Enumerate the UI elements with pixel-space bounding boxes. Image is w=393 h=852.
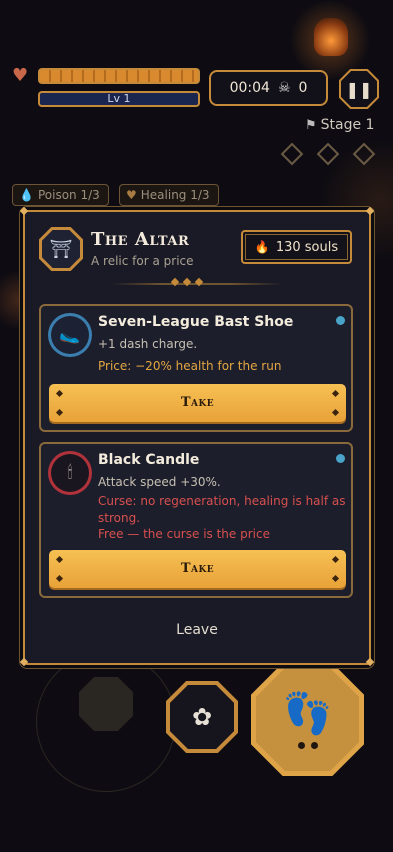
joystick-knob[interactable] [79, 677, 133, 731]
poison-drop-icon: 💧 [19, 188, 34, 202]
info-dot-icon [336, 454, 345, 463]
flower-skill-button[interactable]: ✿ [170, 685, 234, 749]
footprint-icon: 👣 [282, 691, 333, 737]
modal-subtitle: A relic for a price [91, 254, 194, 268]
dash-charges [297, 742, 318, 749]
flame-icon: 🔥 [254, 240, 270, 254]
offer-card: 🥿 Seven-League Bast Shoe +1 dash charge.… [39, 304, 353, 432]
timer-panel: 00:04 ☠ 0 [209, 70, 328, 106]
take-button[interactable]: Take [49, 384, 346, 422]
offer-price: Price: −20% health for the run [98, 359, 282, 373]
offer-description: Attack speed +30%. [98, 475, 221, 489]
flower-icon: ✿ [191, 703, 213, 731]
healing-heart-icon: ♥ [126, 188, 137, 202]
leave-label: Leave [176, 622, 218, 638]
status-effect-label: Poison 1/3 [37, 188, 100, 202]
take-label: Take [180, 395, 215, 410]
health-bar [38, 68, 200, 84]
bast-shoe-icon: 🥿 [51, 316, 89, 354]
offer-curse: Curse: no regeneration, healing is half … [98, 494, 346, 525]
offer-price: Free — the curse is the price [98, 527, 270, 541]
skull-icon: ☠ [277, 80, 291, 96]
modal-title: The Altar [91, 229, 190, 250]
stage-indicator: ⚑ Stage 1 [305, 117, 374, 133]
altar-icon: ⛩ [42, 230, 80, 268]
pause-button[interactable]: ❚❚ [339, 69, 379, 109]
lantern-light [314, 18, 348, 56]
timer-text: 00:04 [229, 80, 270, 96]
offer-name: Seven-League Bast Shoe [98, 314, 294, 330]
black-candle-icon: 🕯 [51, 454, 89, 492]
heart-icon: ♥ [12, 65, 29, 86]
flag-icon: ⚑ [305, 118, 317, 133]
take-label: Take [180, 561, 215, 576]
leave-button[interactable]: Leave [23, 622, 371, 638]
dash-button[interactable]: 👣 [256, 668, 359, 771]
souls-counter: 🔥 130 souls [241, 230, 352, 264]
level-label: Lv 1 [107, 92, 131, 105]
offer-description: +1 dash charge. [98, 337, 198, 351]
offer-card: 🕯 Black Candle Attack speed +30%. Curse:… [39, 442, 353, 598]
pause-icon: ❚❚ [341, 71, 377, 107]
stage-label: Stage 1 [320, 117, 375, 133]
info-dot-icon [336, 316, 345, 325]
souls-label: 130 souls [275, 239, 339, 255]
offer-name: Black Candle [98, 452, 200, 468]
kill-count: 0 [298, 80, 308, 96]
divider-ornament [170, 277, 204, 287]
status-effect-poison: 💧 Poison 1/3 [12, 184, 109, 206]
level-bar: Lv 1 [38, 91, 200, 107]
take-button[interactable]: Take [49, 550, 346, 588]
status-effect-healing: ♥ Healing 1/3 [119, 184, 219, 206]
status-effect-label: Healing 1/3 [140, 188, 210, 202]
